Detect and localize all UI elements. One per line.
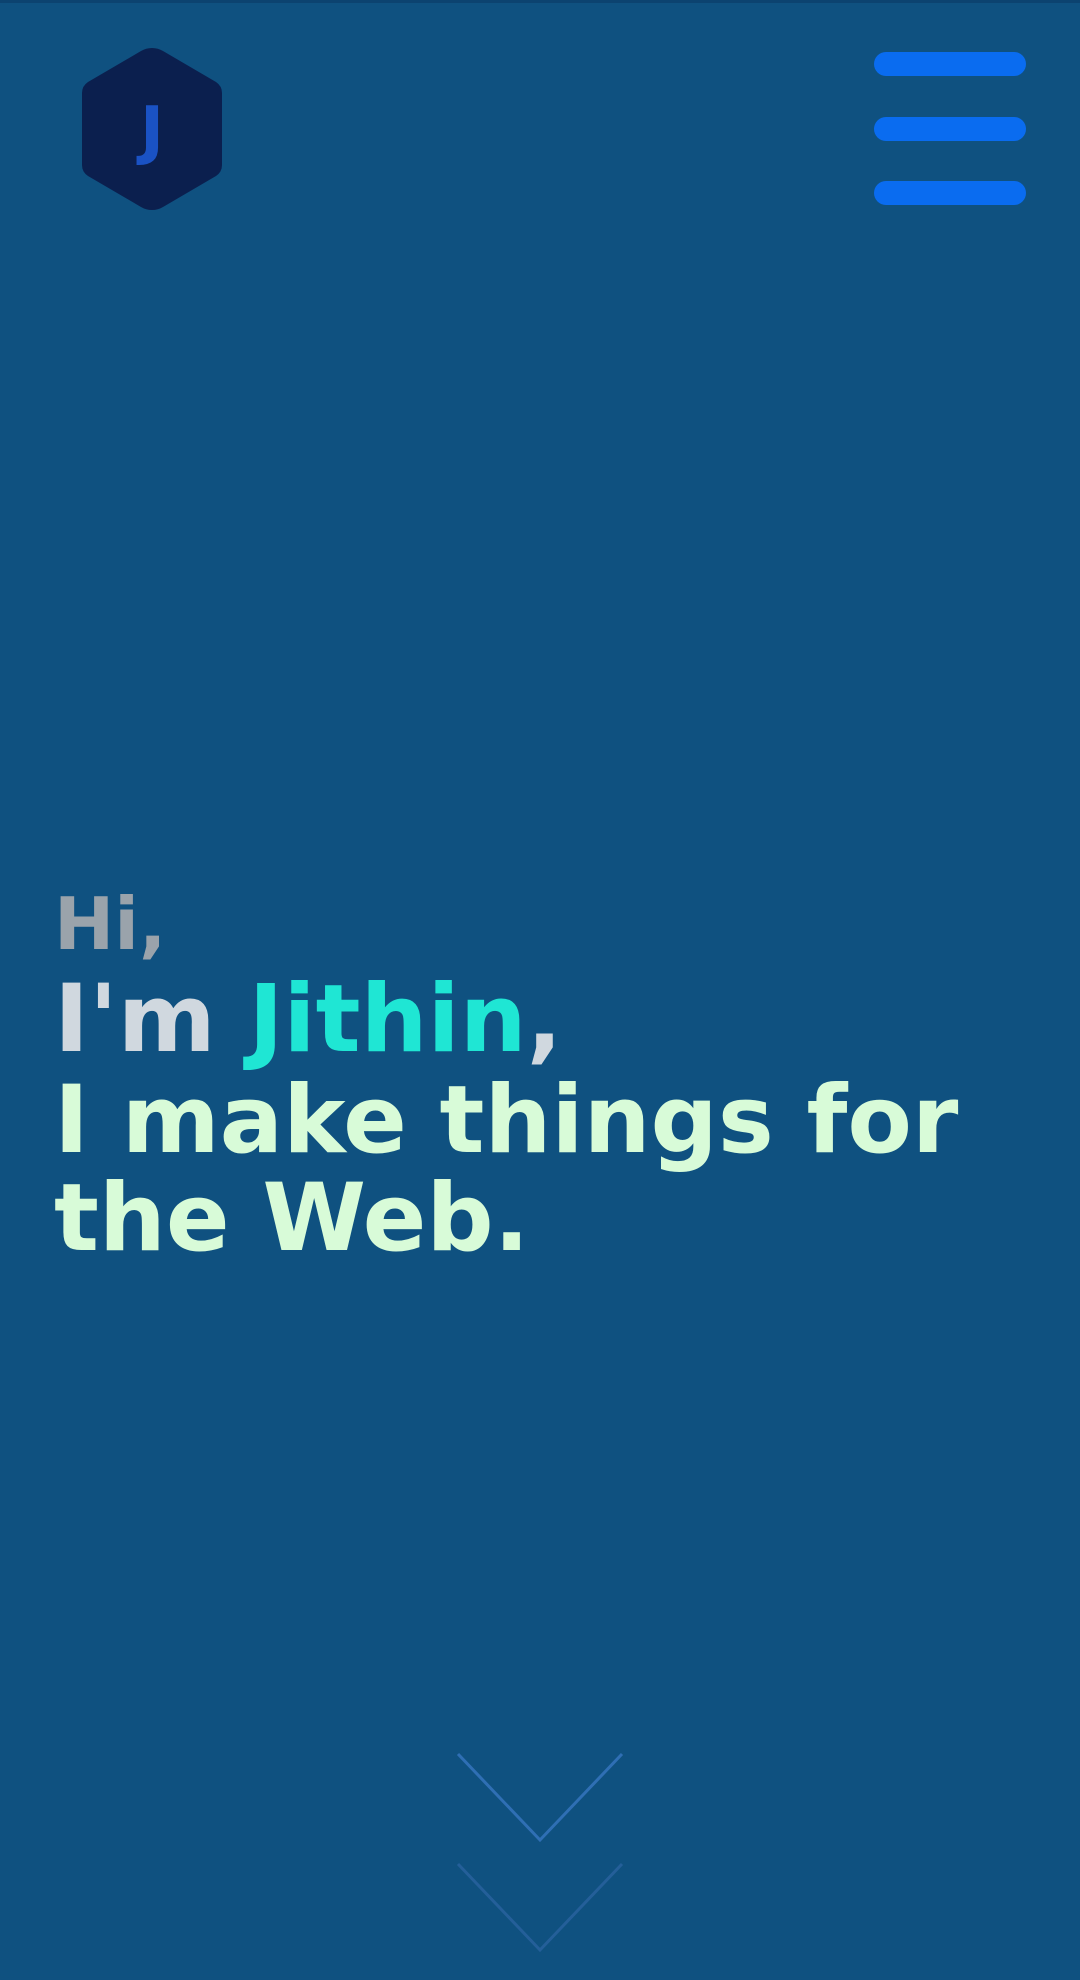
name-highlight: Jithin: [248, 965, 527, 1074]
menu-bar-middle: [874, 117, 1026, 141]
home-logo[interactable]: J: [78, 44, 226, 214]
intro-prefix: I'm: [54, 965, 249, 1074]
hero-heading: Hi, I'm Jithin, I make things for the We…: [54, 880, 1044, 1268]
intro-suffix: ,: [526, 965, 563, 1074]
menu-bar-bottom: [874, 181, 1026, 205]
double-chevron-down-icon: [456, 1752, 624, 1953]
logo-letter: J: [140, 94, 164, 168]
intro-line: I'm Jithin,: [54, 968, 1044, 1072]
menu-bar-top: [874, 52, 1026, 76]
scroll-down-button[interactable]: [452, 1748, 628, 1954]
hamburger-menu-button[interactable]: [872, 50, 1028, 210]
tagline-text: I make things for the Web.: [54, 1066, 959, 1273]
top-edge-line: [0, 0, 1080, 3]
greeting-text: Hi,: [54, 882, 167, 966]
